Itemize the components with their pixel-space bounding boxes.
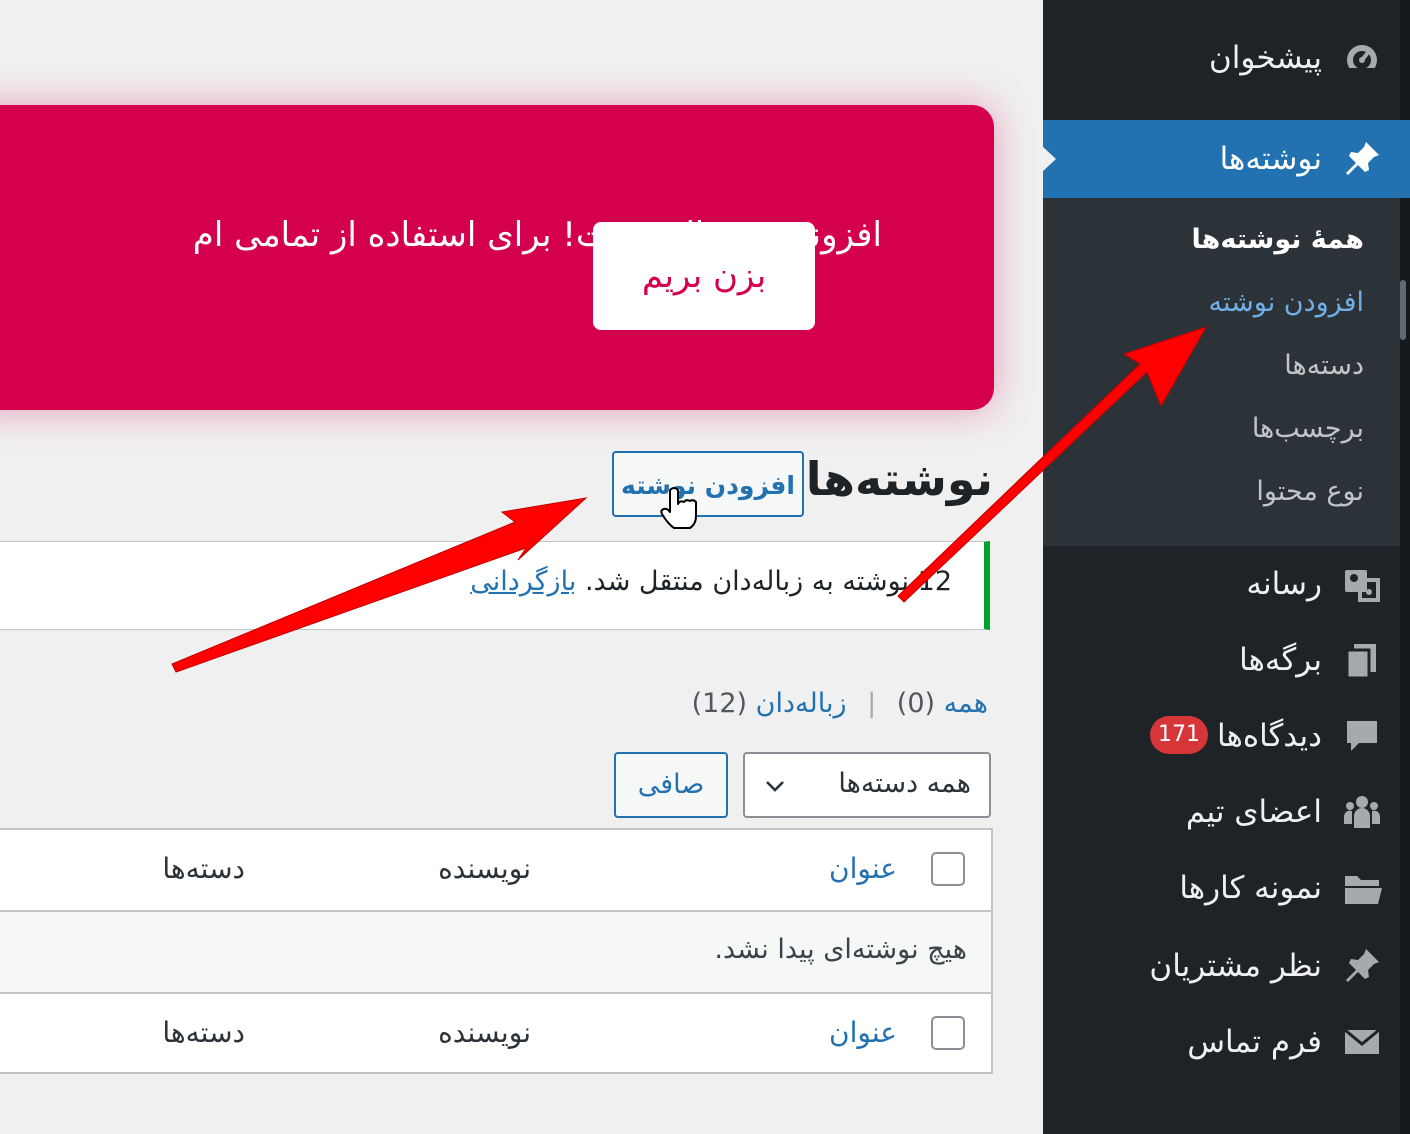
submenu-item-add-new[interactable]: افزودن نوشته [1209,287,1365,318]
media-icon [1342,564,1382,604]
column-title-footer[interactable]: عنوان [829,1016,897,1049]
submenu-item-tags[interactable]: برچسب‌ها [1252,413,1364,444]
sidebar-item-label: اعضای تیم [1185,794,1322,830]
status-all-count: (0) [896,688,936,719]
filter-button[interactable]: صافی [614,752,728,818]
undo-link[interactable]: بازگردانی [470,566,576,597]
lets-go-button[interactable]: بزن بریم [593,222,815,330]
sidebar-item-label: نظر مشتریان [1149,948,1322,984]
table-empty-row: هیچ نوشته‌ای پیدا نشد. [0,912,991,994]
chevron-down-icon [766,781,784,792]
envelope-icon [1342,1022,1382,1062]
status-separator: | [867,688,877,719]
column-categories-header: دسته‌ها [162,852,245,885]
sidebar-item-testimonials[interactable]: نظر مشتریان [1043,928,1410,1004]
sidebar-item-label: نوشته‌ها [1219,141,1322,177]
sidebar-item-label: رسانه [1246,566,1322,602]
sidebar-item-comments[interactable]: دیدگاه‌ها 171 [1043,698,1410,774]
sidebar-scroll-thumb[interactable] [1400,280,1406,340]
status-filter: همه (0) | زباله‌دان (12) [692,688,988,719]
sidebar-item-posts[interactable]: نوشته‌ها [1042,120,1410,198]
category-select-value: همه دسته‌ها [838,768,971,799]
column-author-header: نویسنده [438,852,531,885]
sidebar-item-portfolio[interactable]: نمونه کارها [1043,850,1410,926]
posts-submenu: همهٔ نوشته‌ها افزودن نوشته دسته‌ها برچسب… [1043,198,1400,546]
pages-icon [1342,640,1382,680]
sidebar-item-label: برگه‌ها [1239,642,1322,678]
sidebar-item-label: دیدگاه‌ها [1217,718,1322,754]
sidebar-item-media[interactable]: رسانه [1043,546,1410,622]
sidebar-item-contact-form[interactable]: فرم تماس [1043,1004,1410,1080]
add-new-post-button[interactable]: افزودن نوشته [612,451,804,517]
category-select[interactable]: همه دسته‌ها [743,752,991,818]
sidebar-item-pages[interactable]: برگه‌ها [1043,622,1410,698]
submenu-item-all-posts[interactable]: همهٔ نوشته‌ها [1192,224,1364,255]
status-trash-count: (12) [691,688,748,719]
column-title-header[interactable]: عنوان [829,852,897,885]
folder-icon [1342,868,1382,908]
status-trash-link[interactable]: زباله‌دان [756,688,847,719]
select-all-checkbox-footer[interactable] [931,1016,965,1050]
pin-icon [1342,946,1382,986]
trash-notice: 12 نوشته به زباله‌دان منتقل شد. بازگردان… [0,541,990,630]
posts-table: عنوان نویسنده دسته‌ها هیچ نوشته‌ای پیدا … [0,828,993,1074]
sidebar-item-team-members[interactable]: اعضای تیم [1043,774,1410,850]
submenu-item-categories[interactable]: دسته‌ها [1284,350,1364,381]
table-header-row: عنوان نویسنده دسته‌ها [0,830,991,912]
status-all-link[interactable]: همه [944,688,988,719]
sidebar-item-label: نمونه کارها [1179,870,1322,906]
comments-count-badge: 171 [1150,716,1208,754]
sidebar-item-dashboard[interactable]: پیشخوان [1043,20,1410,96]
submenu-item-content-type[interactable]: نوع محتوا [1256,476,1364,507]
column-categories-footer: دسته‌ها [162,1016,245,1049]
sidebar-item-label: پیشخوان [1208,40,1322,76]
dashboard-icon [1342,38,1382,78]
plugin-notice-banner: افزونه … فعال نیست! برای استفاده از تمام… [0,105,994,410]
current-menu-pointer [1042,146,1056,172]
comment-bubble-icon [1342,716,1382,756]
admin-sidebar: پیشخوان نوشته‌ها همهٔ نوشته‌ها افزودن نو… [1042,0,1410,1134]
table-footer-row: عنوان نویسنده دسته‌ها [0,994,991,1074]
pin-icon [1342,139,1382,179]
team-icon [1342,792,1382,832]
sidebar-item-label: فرم تماس [1187,1024,1322,1060]
notice-message: 12 نوشته به زباله‌دان منتقل شد. [584,566,952,597]
page-title: نوشته‌ها [805,452,993,506]
column-author-footer: نویسنده [438,1016,531,1049]
no-posts-message: هیچ نوشته‌ای پیدا نشد. [714,934,967,965]
select-all-checkbox[interactable] [931,852,965,886]
